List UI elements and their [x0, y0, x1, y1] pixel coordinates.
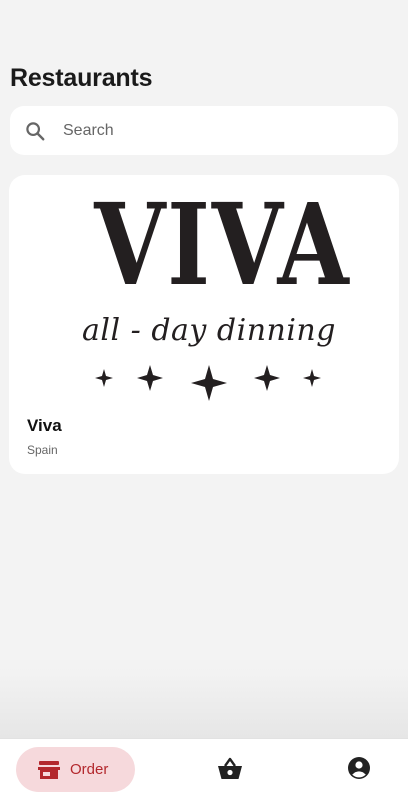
logo-stars — [95, 365, 321, 401]
store-icon — [38, 759, 60, 781]
logo-tagline: all - day dinning — [82, 313, 336, 348]
scroll-fade — [0, 668, 408, 738]
nav-basket-tab[interactable] — [216, 757, 244, 785]
search-icon — [23, 119, 47, 143]
basket-icon — [217, 757, 243, 786]
restaurant-country: Spain — [27, 443, 58, 457]
restaurant-logo: VIVA all - day dinning — [69, 185, 349, 417]
bottom-navigation: Order — [0, 738, 408, 801]
nav-order-label: Order — [70, 761, 109, 778]
page-title: Restaurants — [10, 64, 153, 92]
search-input[interactable] — [61, 120, 365, 141]
logo-wordmark: VIVA — [94, 180, 351, 311]
restaurant-name: Viva — [27, 416, 62, 435]
account-circle-icon — [347, 756, 371, 785]
search-bar[interactable] — [10, 106, 398, 155]
nav-profile-tab[interactable] — [345, 756, 373, 784]
restaurant-card[interactable]: VIVA all - day dinning Viva Spain — [9, 175, 399, 474]
nav-order-tab[interactable]: Order — [16, 747, 135, 792]
